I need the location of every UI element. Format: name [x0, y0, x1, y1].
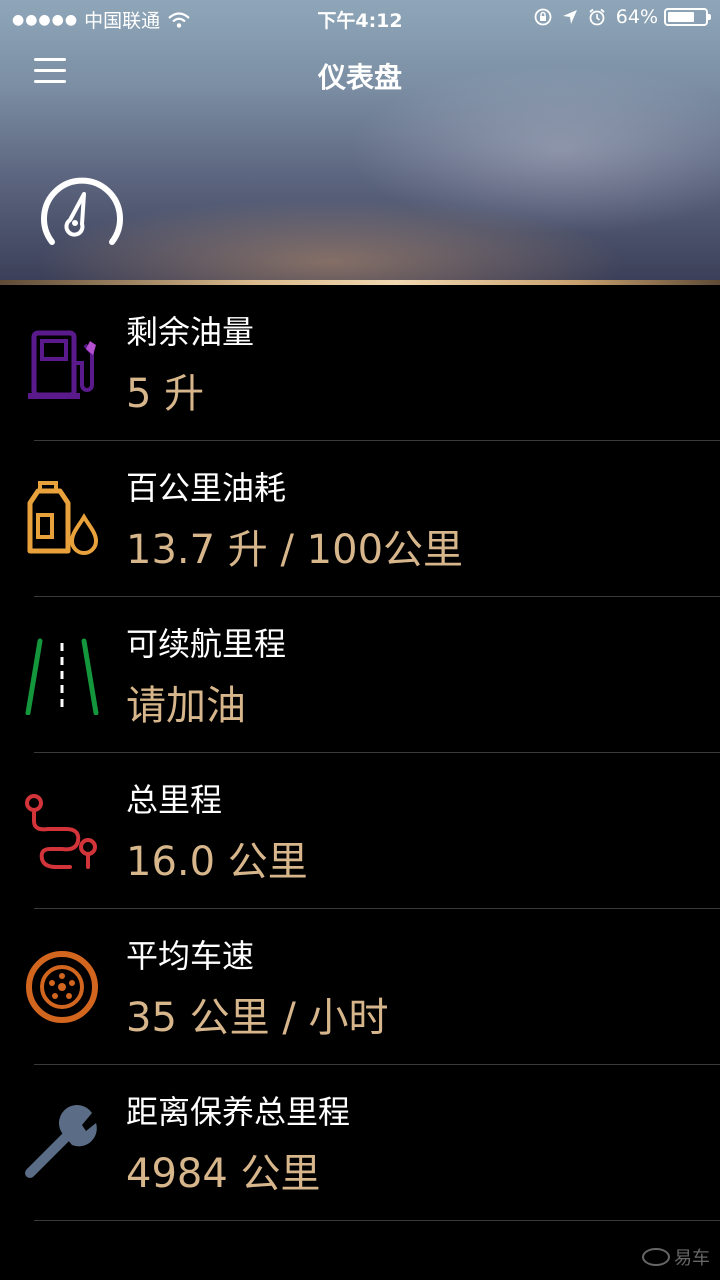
- alarm-icon: [589, 8, 605, 26]
- item-value: 请加油: [126, 683, 246, 729]
- speedometer-icon: [41, 177, 123, 245]
- item-label: 剩余油量: [126, 313, 255, 351]
- wrench-icon: [25, 1104, 97, 1178]
- battery-icon: [664, 8, 711, 26]
- list-item-remaining-fuel[interactable]: 剩余油量 5 升: [0, 285, 720, 441]
- item-value: 5 升: [126, 371, 205, 417]
- item-label: 平均车速: [126, 937, 255, 975]
- divider: [34, 1220, 720, 1221]
- item-label: 总里程: [126, 781, 223, 819]
- item-value: 4984 公里: [126, 1151, 321, 1197]
- location-arrow-icon: [562, 10, 577, 24]
- page-title: 仪表盘: [317, 61, 402, 94]
- item-value: 13.7 升 / 100公里: [126, 527, 464, 573]
- nav-bar: 仪表盘: [0, 50, 720, 100]
- watermark-text: 易车: [674, 1248, 710, 1269]
- dashboard-list: 剩余油量 5 升 百公里油耗 13.7 升 / 100公里 可续航里程 请加油: [0, 285, 720, 1221]
- item-value: 35 公里 / 小时: [126, 995, 389, 1041]
- list-item-maintenance-distance[interactable]: 距离保养总里程 4984 公里: [0, 1065, 720, 1221]
- list-item-fuel-consumption[interactable]: 百公里油耗 13.7 升 / 100公里: [0, 441, 720, 597]
- item-value: 16.0 公里: [126, 839, 308, 885]
- list-item-driving-range[interactable]: 可续航里程 请加油: [0, 597, 720, 753]
- wheel-icon: [26, 951, 98, 1023]
- item-label: 距离保养总里程: [126, 1093, 351, 1131]
- battery-percent: 64%: [615, 6, 658, 28]
- watermark-logo-icon: [642, 1248, 670, 1266]
- item-label: 可续航里程: [126, 625, 287, 663]
- oil-can-icon: [27, 481, 99, 555]
- route-icon: [25, 794, 97, 869]
- list-item-total-mileage[interactable]: 总里程 16.0 公里: [0, 753, 720, 909]
- fuel-pump-icon: [28, 330, 96, 399]
- rotation-lock-icon: [534, 8, 552, 26]
- list-item-average-speed[interactable]: 平均车速 35 公里 / 小时: [0, 909, 720, 1065]
- road-icon: [25, 638, 99, 715]
- status-bar: ●●●●● 中国联通 下午4:12 64%: [0, 0, 720, 36]
- item-label: 百公里油耗: [126, 469, 287, 507]
- watermark: 易车: [642, 1244, 710, 1270]
